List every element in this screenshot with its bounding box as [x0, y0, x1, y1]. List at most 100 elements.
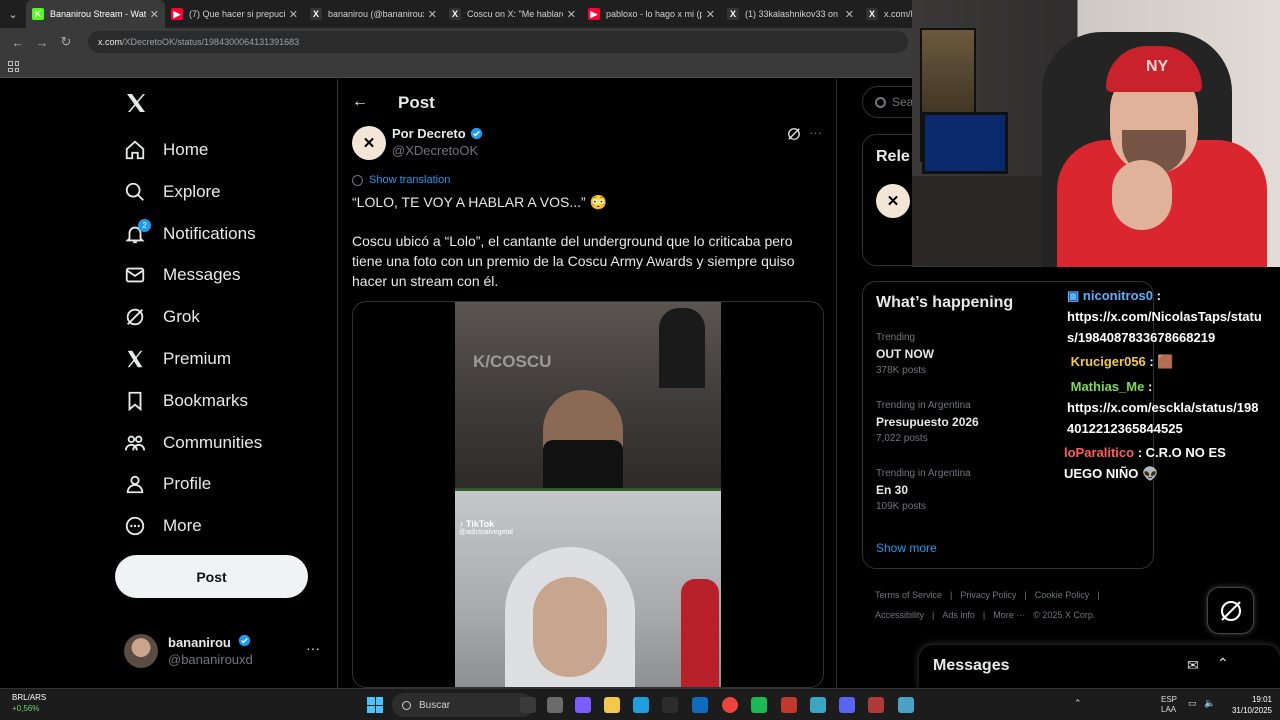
browser-tab[interactable]: ▶ pabloxo - lo hago x mi (p ✕ [582, 0, 721, 28]
author-avatar[interactable]: ✕ [876, 184, 910, 218]
video-person [543, 390, 623, 490]
x-logo-icon[interactable] [124, 91, 148, 115]
more-dots-icon[interactable]: ··· [809, 125, 822, 140]
discord-icon[interactable] [839, 697, 855, 713]
x-logo-icon [127, 350, 143, 368]
tray-chevron-icon[interactable]: ⌃ [1074, 698, 1082, 709]
account-switcher[interactable]: bananirou @bananirouxd ··· [124, 632, 324, 672]
footer-separator: | [932, 610, 935, 620]
footer-link[interactable]: © 2025 X Corp. [1033, 610, 1095, 620]
tab-search-button[interactable]: ⌄ [0, 0, 26, 28]
nav-item-grok[interactable]: Grok [110, 296, 200, 338]
avatar [124, 634, 158, 668]
nav-item-premium[interactable]: Premium [110, 338, 231, 380]
people-icon [124, 435, 146, 451]
taskbar-clock[interactable]: 19:01 31/10/2025 [1220, 694, 1272, 716]
apps-grid-icon[interactable] [8, 61, 19, 72]
nav-item-explore[interactable]: Explore [110, 171, 221, 213]
browser-tab[interactable]: Xbananirou (@bananirouxc ✕ [304, 0, 443, 28]
search-icon [125, 182, 144, 201]
nav-item-label: Explore [163, 181, 221, 201]
close-icon[interactable]: ✕ [428, 8, 437, 21]
currency-widget[interactable]: BRL/ARS +0,56% [12, 693, 46, 713]
nav-item-label: Profile [163, 474, 212, 494]
footer-link[interactable]: Ads info [942, 610, 975, 620]
reload-icon[interactable]: ↻ [54, 34, 78, 50]
expand-icon[interactable]: ⌃ [1217, 655, 1229, 672]
post-button[interactable]: Post [115, 555, 308, 598]
forward-icon[interactable]: → [30, 35, 54, 50]
nav-item-home[interactable]: Home [110, 129, 208, 171]
nav-item-label: Communities [163, 432, 263, 452]
post-video[interactable]: K/COSCU ♪ TikTok @adictoalvegetal [352, 301, 824, 688]
nav-item-communities[interactable]: Communities [110, 422, 262, 464]
author-name[interactable]: Por Decreto [392, 126, 483, 141]
tab-title: (7) Que hacer si prepucio [189, 9, 285, 19]
close-icon[interactable]: ✕ [567, 8, 576, 21]
grok-icon[interactable] [787, 127, 801, 141]
messages-drawer[interactable]: Messages ✉ ⌃ [919, 645, 1280, 688]
store-icon[interactable] [662, 697, 678, 713]
url-field[interactable]: x.com/XDecretoOK/status/1984300064131391… [88, 31, 908, 53]
video-watermark: K/COSCU [473, 352, 552, 371]
notification-badge: 2 [138, 218, 151, 232]
start-icon[interactable] [367, 697, 383, 713]
taskbar-search[interactable]: Buscar [392, 693, 534, 717]
app-icon[interactable] [810, 697, 826, 713]
browser-tab[interactable]: X (1) 33kalashnikov33 on X ✕ [721, 0, 860, 28]
network-icon[interactable]: ▭ [1188, 698, 1197, 709]
app-icon[interactable] [781, 697, 797, 713]
footer-separator: | [1024, 590, 1027, 600]
close-icon[interactable]: ✕ [150, 8, 159, 21]
close-icon[interactable]: ✕ [706, 8, 715, 21]
author-avatar[interactable]: ✕ [352, 126, 386, 160]
app-icon[interactable] [868, 697, 884, 713]
copilot-icon[interactable] [575, 697, 591, 713]
nav-item-bookmarks[interactable]: Bookmarks [110, 380, 248, 422]
chrome-icon[interactable] [722, 697, 738, 713]
show-more-link[interactable]: Show more [876, 541, 937, 555]
spotify-icon[interactable] [751, 697, 767, 713]
app-icon[interactable] [898, 697, 914, 713]
browser-tab[interactable]: ▶ (7) Que hacer si prepucio ✕ [165, 0, 304, 28]
browser-tab[interactable]: X Coscu on X: "Me hablaron ✕ [443, 0, 582, 28]
nav-item-profile[interactable]: Profile [110, 463, 211, 505]
nav-item-messages[interactable]: Messages [110, 254, 240, 296]
outlook-icon[interactable] [692, 697, 708, 713]
back-arrow-icon[interactable]: ← [352, 93, 368, 111]
show-translation-link[interactable]: Show translation [352, 174, 450, 186]
volume-icon[interactable]: 🔈 [1204, 698, 1215, 709]
nav-item-notifications[interactable]: 2 Notifications [110, 213, 256, 255]
happening-title: What’s happening [876, 294, 1014, 311]
browser-tab[interactable]: K Bananirou Stream - Watc ✕ [26, 0, 165, 28]
task-view-icon[interactable] [547, 697, 563, 713]
monitor [922, 112, 1008, 174]
grok-floating-button[interactable] [1207, 587, 1254, 634]
footer-link[interactable]: Accessibility [875, 610, 924, 620]
envelope-icon [125, 268, 145, 283]
close-icon[interactable]: ✕ [289, 8, 298, 21]
language-indicator[interactable]: ESP LAA [1161, 695, 1177, 715]
footer-link[interactable]: Terms of Service [875, 590, 942, 600]
edge-icon[interactable] [633, 697, 649, 713]
footer-link[interactable]: Cookie Policy [1035, 590, 1090, 600]
file-explorer-icon[interactable] [520, 697, 536, 713]
new-message-icon[interactable]: ✉ [1187, 657, 1199, 674]
author-handle[interactable]: @XDecretoOK [392, 143, 478, 158]
search-icon [875, 96, 886, 108]
nav-item-more[interactable]: More [110, 505, 202, 547]
footer-link[interactable]: Privacy Policy [960, 590, 1016, 600]
close-icon[interactable]: ✕ [845, 8, 854, 21]
folder-icon[interactable] [604, 697, 620, 713]
tab-title: Coscu on X: "Me hablaron [467, 9, 563, 19]
more-dots-icon[interactable]: ··· [306, 640, 320, 656]
footer-link[interactable]: More ··· [993, 610, 1025, 620]
back-icon[interactable]: ← [6, 35, 30, 50]
chat-message: Kruciger056 : 🟫 [1070, 354, 1174, 369]
stream-chat: ▣ niconitros0 : https://x.com/NicolasTap… [1064, 285, 1280, 495]
page-title: Post [398, 93, 435, 112]
chat-message: ▣ niconitros0 : [1067, 288, 1161, 303]
tab-favicon-icon: ▶ [171, 8, 183, 20]
kick-icon: ▣ [1067, 288, 1083, 303]
chat-message: loParalitico : C.R.O NO ES [1064, 445, 1226, 460]
